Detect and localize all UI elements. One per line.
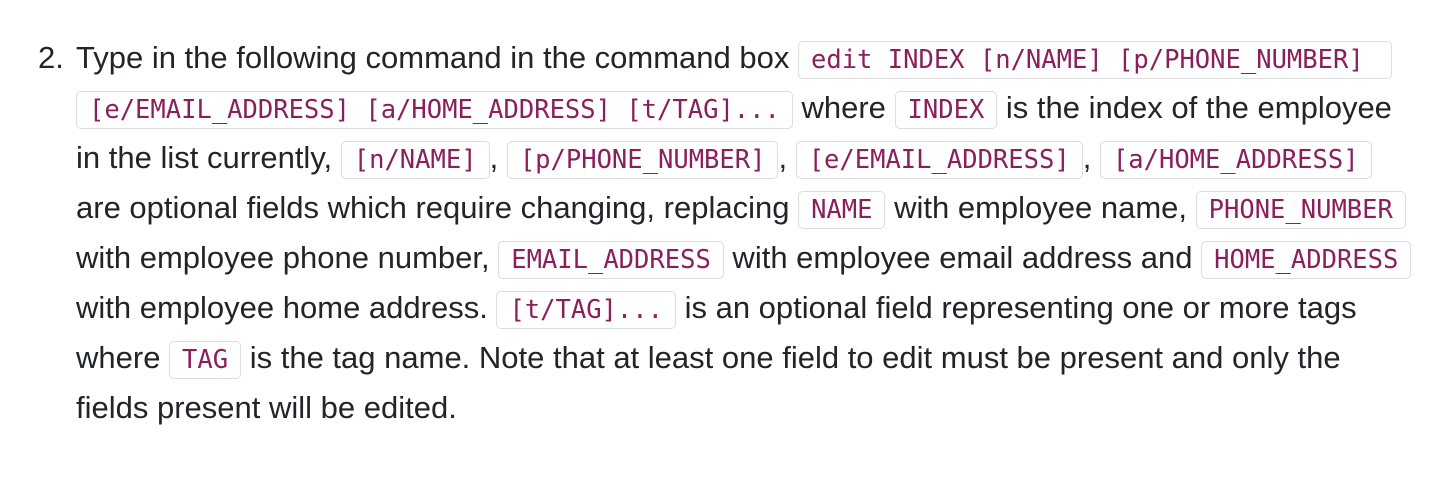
step-text-segment: , [489,140,507,175]
code-tag: TAG [169,341,242,379]
document: 2. Type in the following command in the … [0,0,1440,492]
code-phone-number: PHONE_NUMBER [1195,191,1406,229]
step-text-segment: with employee phone number, [76,240,499,275]
code-index: INDEX [894,91,998,129]
code-name: NAME [798,191,886,229]
step-text-segment: with employee home address. [76,290,497,325]
code-phone-param: [p/PHONE_NUMBER] [506,141,779,179]
step-text-segment: , [1082,140,1100,175]
code-email-param: [e/EMAIL_ADDRESS] [795,141,1083,179]
code-address-param: [a/HOME_ADDRESS] [1099,141,1372,179]
step-text-segment: Type in the following command in the com… [76,40,798,75]
instruction-step: 2. Type in the following command in the … [38,34,1416,432]
step-text-segment: , [778,140,796,175]
step-text-segment: with employee name, [885,190,1196,225]
step-text-segment: where [792,90,895,125]
code-home-address: HOME_ADDRESS [1201,241,1412,279]
step-text-segment: are optional fields which require changi… [76,190,799,225]
code-name-param: [n/NAME] [340,141,490,179]
step-number: 2. [38,40,64,75]
code-tag-param: [t/TAG]... [496,291,676,329]
step-text-segment: is the tag name. Note that at least one … [76,340,1341,425]
code-email-address: EMAIL_ADDRESS [498,241,724,279]
step-text-segment: with employee email address and [723,240,1202,275]
